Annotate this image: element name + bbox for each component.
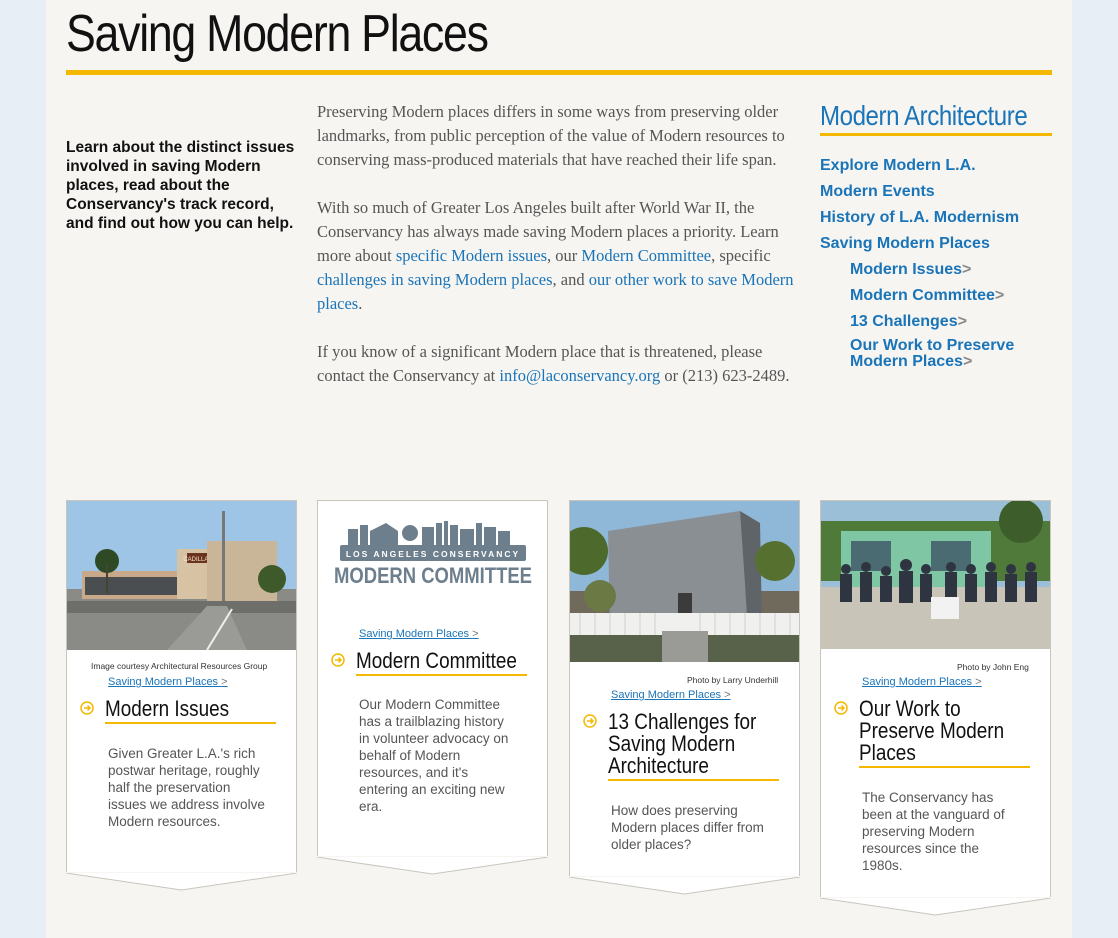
link-modern-committee[interactable]: Modern Committee <box>581 246 711 265</box>
card-title-rule <box>859 766 1030 768</box>
photo-cadillac-showroom: CADILLAC <box>67 501 296 650</box>
circle-arrow-icon <box>80 701 94 715</box>
card-title[interactable]: Modern Committee <box>356 650 517 672</box>
circle-arrow-icon <box>583 714 597 728</box>
link-challenges[interactable]: challenges in saving Modern places <box>317 270 553 289</box>
card-modern-committee[interactable]: LOS ANGELES CONSERVANCY MODERN COMMITTEE… <box>317 500 548 875</box>
sidebar-nav: Explore Modern L.A. Modern Events Histor… <box>820 156 1060 377</box>
sidebar-heading: Modern Architecture <box>820 100 1028 131</box>
card-description: Our Modern Committee has a trailblazing … <box>359 697 509 814</box>
sidebar-item-explore[interactable]: Explore Modern L.A. <box>820 156 1060 175</box>
card-pointer <box>66 873 297 891</box>
card-title-rule <box>608 779 779 781</box>
card-title[interactable]: Modern Issues <box>105 698 229 720</box>
card-13-challenges[interactable]: Photo by Larry Underhill Saving Modern P… <box>569 500 800 895</box>
sidebar-item-saving[interactable]: Saving Modern Places <box>820 234 1060 253</box>
card-our-work[interactable]: Photo by John Eng Saving Modern Places >… <box>820 500 1051 916</box>
sidebar-subitem-committee[interactable]: Modern Committee> <box>850 286 1060 305</box>
breadcrumb-link[interactable]: Saving Modern Places > <box>611 689 731 701</box>
body-text: Preserving Modern places differs in some… <box>317 100 795 412</box>
title-rule <box>66 70 1052 75</box>
sidebar-item-history[interactable]: History of L.A. Modernism <box>820 208 1060 227</box>
card-title[interactable]: 13 Challenges for Saving Modern Architec… <box>608 711 756 777</box>
card-title-rule <box>105 722 276 724</box>
sidebar-item-events[interactable]: Modern Events <box>820 182 1060 201</box>
card-description: Given Greater L.A.'s rich postwar herita… <box>108 746 265 829</box>
arrow-right-icon: > <box>957 313 967 330</box>
body-paragraph-1: Preserving Modern places differs in some… <box>317 102 785 169</box>
email-link[interactable]: info@laconservancy.org <box>499 366 660 385</box>
photo-modern-house <box>570 501 799 662</box>
breadcrumb-link[interactable]: Saving Modern Places > <box>359 628 479 640</box>
logo-bottom-text: MODERN COMMITTEE <box>334 565 532 589</box>
arrow-right-icon: > <box>962 353 973 370</box>
card-pointer <box>569 877 800 895</box>
card-title[interactable]: Our Work to Preserve Modern Places <box>859 698 1004 764</box>
sidebar-subitem-our-work[interactable]: Our Work to Preserve Modern Places> <box>850 338 1020 370</box>
breadcrumb-link[interactable]: Saving Modern Places > <box>108 676 228 688</box>
photo-credit: Photo by John Eng <box>957 662 1029 672</box>
photo-credit: Photo by Larry Underhill <box>687 675 779 685</box>
body-paragraph-2: With so much of Greater Los Angeles buil… <box>317 198 794 313</box>
body-paragraph-3: If you know of a significant Modern plac… <box>317 342 790 385</box>
arrow-right-icon: > <box>994 287 1005 304</box>
modern-committee-logo: LOS ANGELES CONSERVANCY MODERN COMMITTEE <box>318 501 547 601</box>
sidebar-rule <box>820 133 1052 136</box>
sidebar-subitem-issues[interactable]: Modern Issues> <box>850 260 1060 279</box>
card-pointer <box>317 857 548 875</box>
card-pointer <box>820 898 1051 916</box>
circle-arrow-icon <box>331 653 345 667</box>
circle-arrow-icon <box>834 701 848 715</box>
card-title-rule <box>356 674 527 676</box>
card-description: How does preserving Modern places differ… <box>611 803 764 852</box>
breadcrumb-link[interactable]: Saving Modern Places > <box>862 676 982 688</box>
sidebar-subitem-challenges[interactable]: 13 Challenges> <box>850 312 1060 331</box>
card-modern-issues[interactable]: CADILLAC Image courtesy Architectural Re… <box>66 500 297 891</box>
photo-volunteer-group <box>821 501 1050 649</box>
arrow-right-icon: > <box>962 261 972 278</box>
intro-text: Learn about the distinct issues involved… <box>66 139 295 232</box>
card-description: The Conservancy has been at the vanguard… <box>862 790 1005 873</box>
link-specific-modern-issues[interactable]: specific Modern issues <box>396 246 547 265</box>
photo-credit: Image courtesy Architectural Resources G… <box>91 661 268 671</box>
page-title: Saving Modern Places <box>66 5 489 63</box>
logo-top-text: LOS ANGELES CONSERVANCY <box>346 549 520 559</box>
